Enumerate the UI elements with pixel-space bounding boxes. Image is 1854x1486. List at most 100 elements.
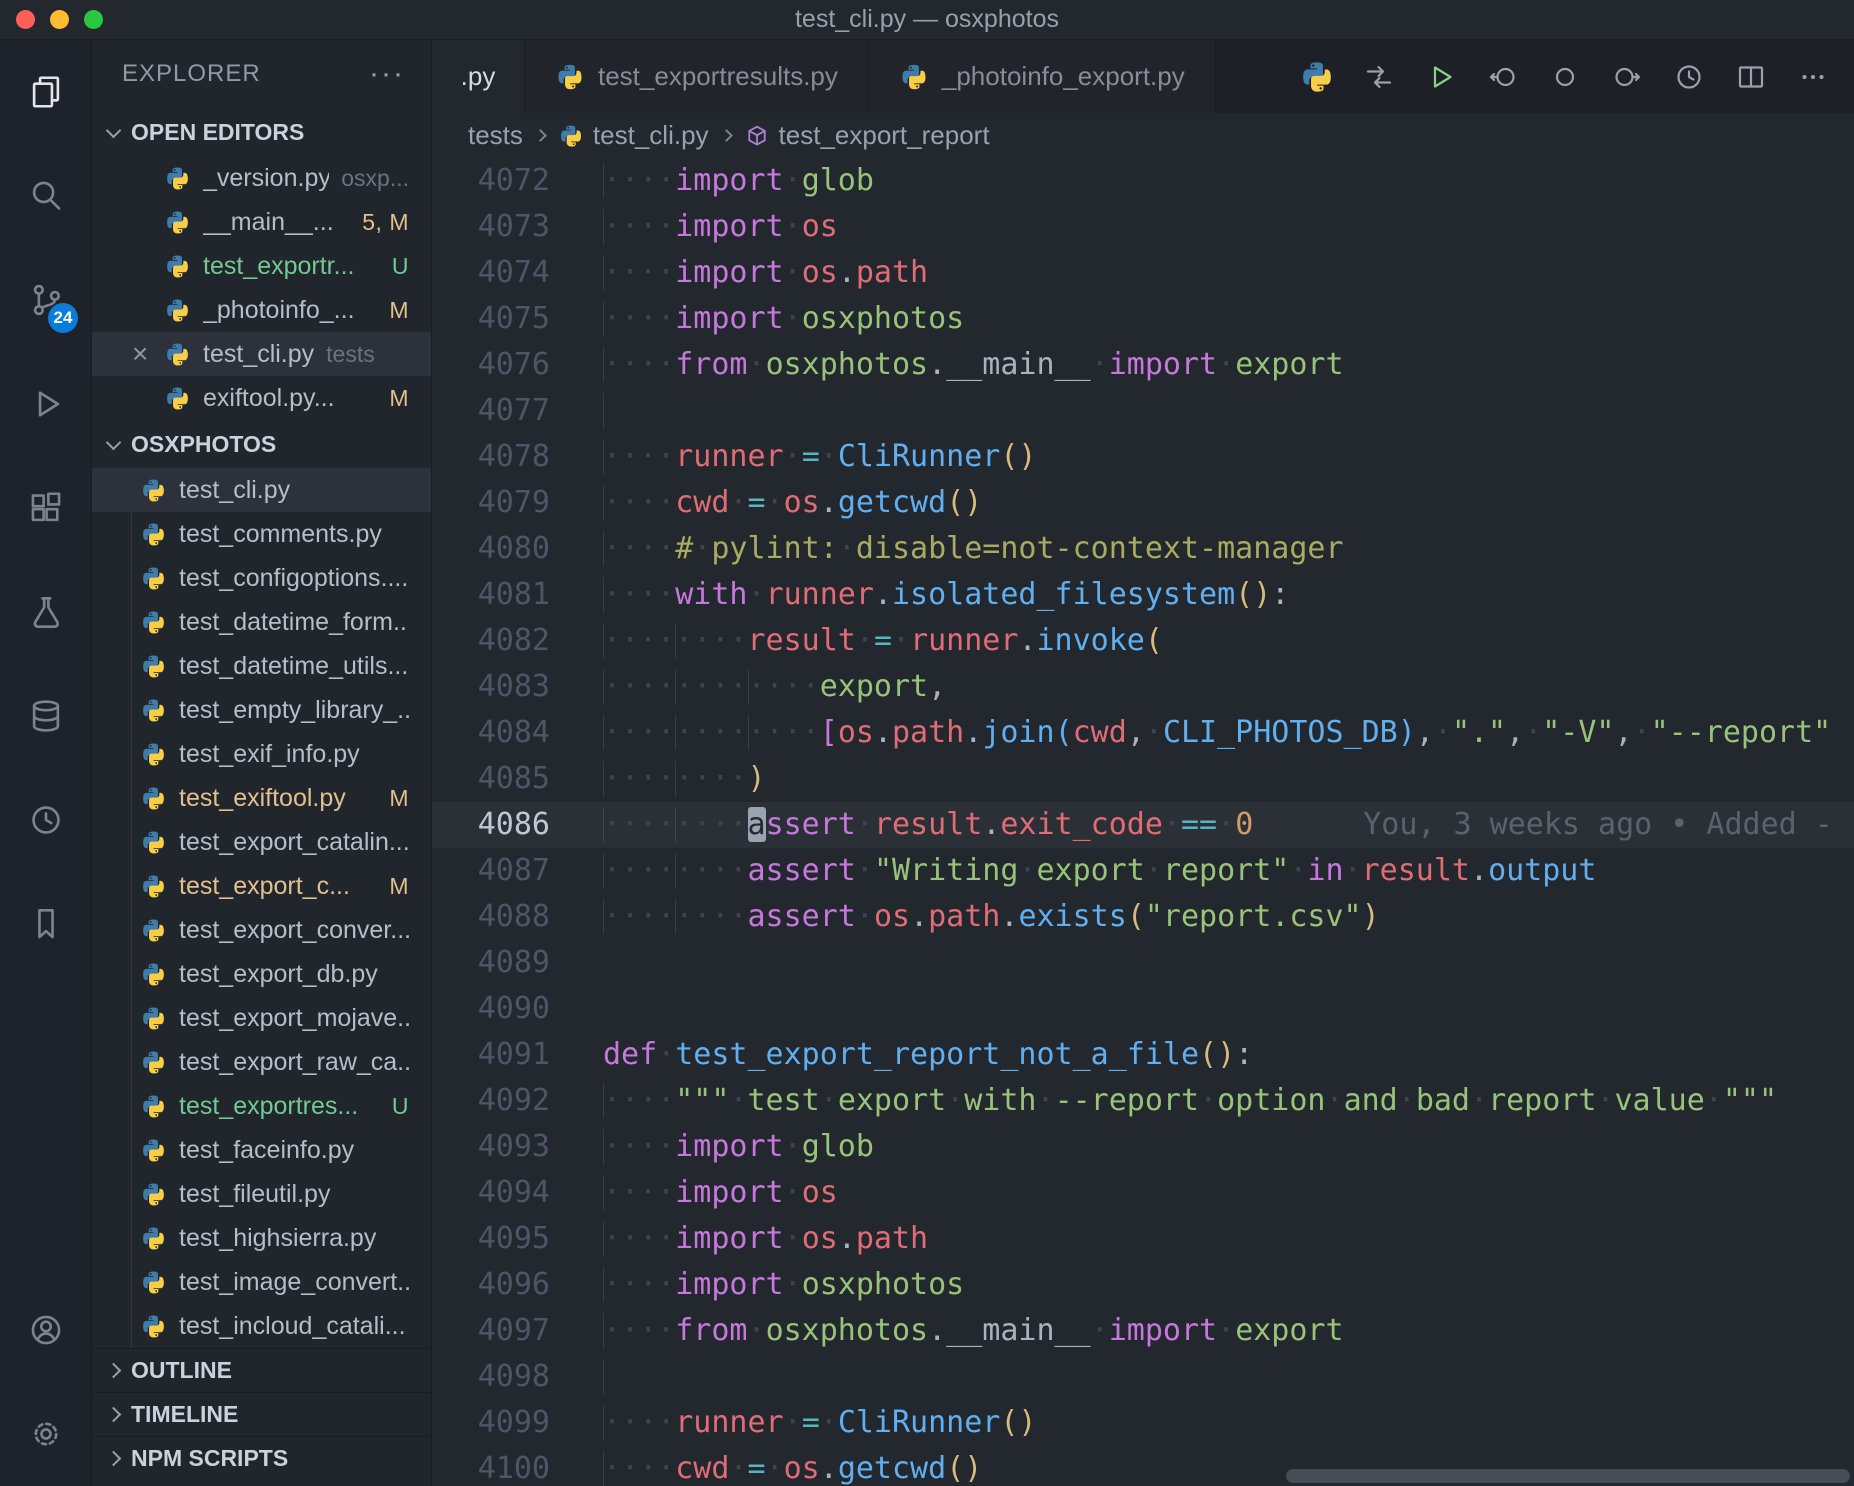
tree-item-test_datetime_utils....[interactable]: test_datetime_utils.... bbox=[92, 644, 431, 688]
code-line-4088[interactable]: 4088········assert·os.path.exists("repor… bbox=[432, 894, 1854, 940]
breadcrumb-item-test_cli.py[interactable]: test_cli.py bbox=[558, 120, 709, 151]
next-change-icon[interactable] bbox=[1596, 40, 1658, 113]
python-icon[interactable] bbox=[1286, 40, 1348, 113]
open-editor-_photoinfo_...[interactable]: _photoinfo_...M bbox=[92, 288, 431, 332]
project-section-header[interactable]: OSXPHOTOS bbox=[92, 420, 431, 468]
changes-icon[interactable] bbox=[1534, 40, 1596, 113]
code-line-4098[interactable]: 4098 bbox=[432, 1354, 1854, 1400]
tree-item-test_exportres...[interactable]: test_exportres...U bbox=[92, 1084, 431, 1128]
code-line-4080[interactable]: 4080····#·pylint:·disable=not-context-ma… bbox=[432, 526, 1854, 572]
code-token: bad bbox=[1416, 1083, 1470, 1118]
tab-test_exportresults.py[interactable]: test_exportresults.py bbox=[525, 40, 869, 113]
source-control-activity-button[interactable]: 24 bbox=[0, 248, 91, 352]
code-line-4085[interactable]: 4085········) bbox=[432, 756, 1854, 802]
tree-item-test_configoptions....[interactable]: test_configoptions.... bbox=[92, 556, 431, 600]
close-icon[interactable]: × bbox=[132, 338, 164, 370]
more-actions-icon[interactable]: ··· bbox=[369, 57, 405, 91]
tree-item-test_incloud_catali...[interactable]: test_incloud_catali... bbox=[92, 1304, 431, 1348]
tree-item-test_export_db.py[interactable]: test_export_db.py bbox=[92, 952, 431, 996]
tree-item-test_datetime_form...[interactable]: test_datetime_form... bbox=[92, 600, 431, 644]
code-token: path bbox=[856, 255, 928, 290]
run-python-file-icon[interactable] bbox=[1410, 40, 1472, 113]
code-line-4094[interactable]: 4094····import·os bbox=[432, 1170, 1854, 1216]
breadcrumb-item-test_export_report[interactable]: test_export_report bbox=[744, 120, 990, 151]
code-line-4095[interactable]: 4095····import·os.path bbox=[432, 1216, 1854, 1262]
tree-item-test_export_c...[interactable]: test_export_c...M bbox=[92, 864, 431, 908]
tree-item-test_exif_info.py[interactable]: test_exif_info.py bbox=[92, 732, 431, 776]
open-editor-_version.py[interactable]: _version.pyosxp... bbox=[92, 156, 431, 200]
tree-item-test_export_conver...[interactable]: test_export_conver... bbox=[92, 908, 431, 952]
code-line-4082[interactable]: 4082········result·=·runner.invoke( bbox=[432, 618, 1854, 664]
code-line-4091[interactable]: 4091def·test_export_report_not_a_file(): bbox=[432, 1032, 1854, 1078]
minimize-window-button[interactable] bbox=[50, 10, 69, 29]
tree-item-test_comments.py[interactable]: test_comments.py bbox=[92, 512, 431, 556]
run-and-debug-activity-button[interactable] bbox=[0, 352, 91, 456]
tree-item-test_cli.py[interactable]: test_cli.py bbox=[92, 468, 431, 512]
npm-scripts-section-header[interactable]: NPM SCRIPTS bbox=[92, 1436, 431, 1480]
code-line-4075[interactable]: 4075····import·osxphotos bbox=[432, 296, 1854, 342]
code-line-4092[interactable]: 4092····"""·test·export·with·--report·op… bbox=[432, 1078, 1854, 1124]
compare-changes-icon[interactable] bbox=[1348, 40, 1410, 113]
open-editor-test_exportr...[interactable]: test_exportr...U bbox=[92, 244, 431, 288]
code-line-4083[interactable]: 4083············export, bbox=[432, 664, 1854, 710]
tree-item-test_export_catalin...[interactable]: test_export_catalin... bbox=[92, 820, 431, 864]
tree-item-test_fileutil.py[interactable]: test_fileutil.py bbox=[92, 1172, 431, 1216]
tree-item-test_image_convert...[interactable]: test_image_convert... bbox=[92, 1260, 431, 1304]
line-content: ····import·osxphotos bbox=[603, 1262, 964, 1308]
code-line-4074[interactable]: 4074····import·os.path bbox=[432, 250, 1854, 296]
code-line-4093[interactable]: 4093····import·glob bbox=[432, 1124, 1854, 1170]
tree-item-test_exiftool.py[interactable]: test_exiftool.pyM bbox=[92, 776, 431, 820]
code-line-4077[interactable]: 4077 bbox=[432, 388, 1854, 434]
open-editors-header[interactable]: OPEN EDITORS bbox=[92, 108, 431, 156]
python-icon bbox=[140, 829, 167, 856]
zoom-window-button[interactable] bbox=[84, 10, 103, 29]
settings-gear-activity-button[interactable] bbox=[0, 1382, 91, 1486]
bookmarks-activity-button[interactable] bbox=[0, 872, 91, 976]
code-line-4097[interactable]: 4097····from·osxphotos.__main__·import·e… bbox=[432, 1308, 1854, 1354]
code-line-4078[interactable]: 4078····runner·=·CliRunner() bbox=[432, 434, 1854, 480]
tree-item-test_export_raw_ca...[interactable]: test_export_raw_ca... bbox=[92, 1040, 431, 1084]
code-line-4084[interactable]: 4084············[os.path.join(cwd,·CLI_P… bbox=[432, 710, 1854, 756]
history-activity-button[interactable] bbox=[0, 768, 91, 872]
code-line-4099[interactable]: 4099····runner·=·CliRunner() bbox=[432, 1400, 1854, 1446]
python-icon bbox=[140, 961, 167, 988]
database-activity-button[interactable] bbox=[0, 664, 91, 768]
code-line-4089[interactable]: 4089 bbox=[432, 940, 1854, 986]
open-editor-test_cli.py[interactable]: ×test_cli.pytests bbox=[92, 332, 431, 376]
previous-change-icon[interactable] bbox=[1472, 40, 1534, 113]
code-line-4087[interactable]: 4087········assert·"Writing·export·repor… bbox=[432, 848, 1854, 894]
open-editor-exiftool.py...[interactable]: exiftool.py...M bbox=[92, 376, 431, 420]
timeline-section-header[interactable]: TIMELINE bbox=[92, 1392, 431, 1436]
code-line-4096[interactable]: 4096····import·osxphotos bbox=[432, 1262, 1854, 1308]
close-window-button[interactable] bbox=[16, 10, 35, 29]
timeline-icon[interactable] bbox=[1658, 40, 1720, 113]
breadcrumb-item-tests[interactable]: tests bbox=[468, 120, 523, 151]
python-icon bbox=[164, 341, 191, 368]
horizontal-scrollbar[interactable] bbox=[1286, 1469, 1850, 1483]
code-editor[interactable]: 4072····import·glob4073····import·os4074… bbox=[432, 158, 1854, 1486]
code-line-4079[interactable]: 4079····cwd·=·os.getcwd() bbox=[432, 480, 1854, 526]
code-line-4076[interactable]: 4076····from·osxphotos.__main__·import·e… bbox=[432, 342, 1854, 388]
tab-.py[interactable]: .py bbox=[432, 40, 525, 113]
tab-_photoinfo_export.py[interactable]: _photoinfo_export.py bbox=[869, 40, 1216, 113]
whitespace-dot: · bbox=[1344, 853, 1362, 888]
outline-section-header[interactable]: OUTLINE bbox=[92, 1348, 431, 1392]
open-editor-__main__...[interactable]: __main__...5, M bbox=[92, 200, 431, 244]
code-line-4081[interactable]: 4081····with·runner.isolated_filesystem(… bbox=[432, 572, 1854, 618]
code-line-4073[interactable]: 4073····import·os bbox=[432, 204, 1854, 250]
extensions-activity-button[interactable] bbox=[0, 456, 91, 560]
tree-item-test_empty_library_...[interactable]: test_empty_library_... bbox=[92, 688, 431, 732]
code-line-4086[interactable]: 4086········assert·result.exit_code·==·0… bbox=[432, 802, 1854, 848]
explorer-activity-button[interactable] bbox=[0, 40, 91, 144]
testing-activity-button[interactable] bbox=[0, 560, 91, 664]
account-activity-button[interactable] bbox=[0, 1278, 91, 1382]
code-line-4090[interactable]: 4090 bbox=[432, 986, 1854, 1032]
search-activity-button[interactable] bbox=[0, 144, 91, 248]
more-actions-icon[interactable] bbox=[1782, 40, 1844, 113]
code-line-4072[interactable]: 4072····import·glob bbox=[432, 158, 1854, 204]
whitespace-dot: · bbox=[1524, 715, 1542, 750]
tree-item-test_export_mojave...[interactable]: test_export_mojave... bbox=[92, 996, 431, 1040]
split-editor-icon[interactable] bbox=[1720, 40, 1782, 113]
tree-item-test_faceinfo.py[interactable]: test_faceinfo.py bbox=[92, 1128, 431, 1172]
tree-item-test_highsierra.py[interactable]: test_highsierra.py bbox=[92, 1216, 431, 1260]
